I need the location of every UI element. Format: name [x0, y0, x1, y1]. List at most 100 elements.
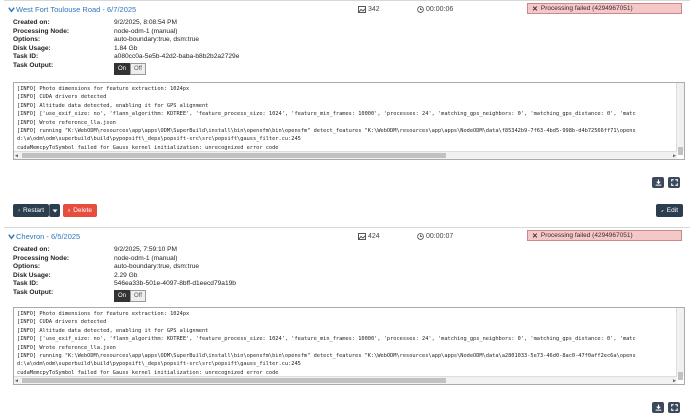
duration: 00:00:06	[417, 6, 453, 13]
console-line: [INFO] ['use_exif_size: no', 'flann_algo…	[17, 336, 636, 343]
restart-options-button[interactable]	[49, 204, 60, 217]
prop-value: 9/2/2025, 7:59:10 PM	[114, 246, 178, 253]
fullscreen-button[interactable]	[668, 402, 680, 413]
prop-label: Options:	[13, 36, 41, 44]
task-title[interactable]: Chevron - 6/5/2025	[16, 232, 80, 241]
caret-down-icon	[52, 209, 58, 212]
restart-label: Restart	[23, 207, 44, 214]
restart-button[interactable]: Restart	[13, 204, 49, 217]
output-toggle: On Off	[114, 62, 146, 75]
expand-icon	[670, 404, 678, 411]
console-lines: [INFO] Photo dimensions for feature extr…	[17, 311, 674, 378]
horizontal-scrollbar[interactable]: ◀ ▶	[14, 151, 677, 159]
prop-node: Processing Node: node-odm-1 (manual)	[13, 255, 236, 264]
prop-value: auto-boundary:true, dsm:true	[114, 263, 200, 271]
prop-value: 9/2/2025, 8:08:54 PM	[114, 19, 178, 26]
prop-label: Created on:	[13, 246, 50, 253]
toggle-off-button[interactable]: Off	[130, 62, 146, 75]
status-text: Processing failed (4294967051)	[540, 5, 633, 12]
scrollbar-thumb[interactable]	[22, 153, 446, 158]
console-line: [INFO] Wrote reference_lla.json	[17, 119, 116, 126]
prop-value: node-odm-1 (manual)	[114, 254, 178, 262]
task-title[interactable]: West Fort Toulouse Road - 6/7/2025	[16, 5, 136, 14]
prop-label: Created on:	[13, 19, 50, 26]
task-properties: Created on: 9/2/2025, 7:59:10 PM Processi…	[13, 246, 236, 302]
horizontal-scrollbar[interactable]: ◀ ▶	[14, 376, 677, 384]
duration-value: 00:00:06	[426, 6, 454, 13]
images-count-value: 342	[368, 6, 380, 13]
task-console[interactable]: [INFO] Photo dimensions for feature extr…	[13, 307, 685, 385]
status-badge: ✕ Processing failed (4294967051)	[527, 3, 682, 14]
images-count-value: 424	[368, 233, 380, 240]
scrollbar-thumb[interactable]	[22, 378, 446, 383]
status-badge: ✕ Processing failed (4294967051)	[527, 230, 682, 241]
scroll-right-icon[interactable]: ▶	[673, 153, 676, 159]
vertical-scrollbar[interactable]	[676, 83, 684, 155]
vertical-scrollbar[interactable]	[676, 308, 684, 380]
prop-value: 1.84 Gb	[114, 44, 138, 52]
clock-icon	[417, 6, 424, 13]
duration-value: 00:00:07	[426, 233, 454, 240]
console-line: [INFO] Photo dimensions for feature extr…	[17, 311, 190, 317]
prop-label: Task Output:	[13, 61, 54, 69]
edit-label: Edit	[666, 207, 678, 214]
prop-value: 2.29 Gb	[114, 271, 138, 279]
download-button[interactable]	[652, 402, 664, 413]
console-line: d:\a\odm\odm\superbuild\build\pypopsift\…	[17, 136, 301, 143]
console-line: [INFO] ['use_exif_size: no', 'flann_algo…	[17, 111, 636, 118]
console-line: [INFO] CUDA drivers detected	[17, 319, 107, 326]
clock-icon	[417, 233, 424, 240]
prop-label: Task Output:	[13, 288, 54, 296]
chevron-down-icon[interactable]	[7, 5, 16, 14]
prop-task-id: Task ID: a080cc0a-5e5b-42d2-baba-b8b2b2a2…	[13, 53, 239, 62]
close-icon: ✕	[532, 5, 538, 13]
console-line: [INFO] Wrote reference_lla.json	[17, 344, 116, 351]
delete-button[interactable]: Delete	[63, 204, 97, 217]
console-line: [INFO] Altitude data detected, enabling …	[17, 102, 209, 109]
fullscreen-button[interactable]	[668, 177, 680, 188]
image-icon	[358, 6, 366, 13]
scrollbar-thumb[interactable]	[678, 372, 683, 380]
console-line: [INFO] CUDA drivers detected	[17, 94, 107, 101]
console-line: [INFO] running "K:\WebODM\resources\app\…	[17, 127, 636, 134]
prop-task-id: Task ID: 546ea33b-501e-4097-8bff-d1eecd79…	[13, 280, 236, 289]
toggle-on-button[interactable]: On	[114, 289, 131, 302]
chevron-down-icon[interactable]	[7, 232, 16, 241]
edit-button[interactable]: Edit	[656, 204, 683, 217]
prop-label: Disk Usage:	[13, 271, 51, 279]
image-icon	[358, 233, 366, 240]
task-header: Chevron - 6/5/2025 424 00:00:07 ✕ Proces…	[4, 228, 690, 248]
pencil-icon	[661, 209, 664, 212]
delete-label: Delete	[73, 207, 92, 214]
refresh-icon	[18, 209, 20, 212]
console-line: [INFO] Photo dimensions for feature extr…	[17, 86, 190, 92]
console-line: [INFO] running "K:\WebODM\resources\app\…	[17, 352, 636, 359]
task-header: West Fort Toulouse Road - 6/7/2025 342 0…	[4, 1, 690, 21]
console-line: d:\a\odm\odm\superbuild\build\pypopsift\…	[17, 361, 301, 368]
prop-disk: Disk Usage: 2.29 Gb	[13, 272, 236, 281]
prop-options: Options: auto-boundary:true, dsm:true	[13, 263, 236, 272]
prop-label: Disk Usage:	[13, 44, 51, 52]
scrollbar-thumb[interactable]	[678, 147, 683, 155]
prop-label: Task ID:	[13, 280, 39, 288]
images-count: 424	[358, 233, 380, 240]
download-button[interactable]	[652, 177, 664, 188]
toggle-on-button[interactable]: On	[114, 62, 131, 75]
prop-output: Task Output: On Off	[13, 61, 239, 75]
download-icon	[655, 179, 661, 186]
scroll-left-icon[interactable]: ◀	[15, 153, 18, 159]
task-panel: West Fort Toulouse Road - 6/7/2025 342 0…	[4, 0, 690, 223]
prop-value: 546ea33b-501e-4097-8bff-d1eecd79a19b	[114, 280, 236, 288]
prop-created: Created on: 9/2/2025, 8:08:54 PM	[13, 19, 239, 28]
prop-disk: Disk Usage: 1.84 Gb	[13, 45, 239, 54]
download-icon	[655, 404, 661, 411]
prop-label: Options:	[13, 263, 41, 271]
scroll-left-icon[interactable]: ◀	[15, 378, 18, 384]
task-properties: Created on: 9/2/2025, 8:08:54 PM Processi…	[13, 19, 239, 75]
prop-label: Processing Node:	[13, 27, 70, 35]
close-icon: ✕	[532, 232, 538, 240]
scroll-right-icon[interactable]: ▶	[673, 378, 676, 384]
task-console[interactable]: [INFO] Photo dimensions for feature extr…	[13, 82, 685, 160]
toggle-off-button[interactable]: Off	[130, 289, 146, 302]
prop-value: node-odm-1 (manual)	[114, 27, 178, 35]
